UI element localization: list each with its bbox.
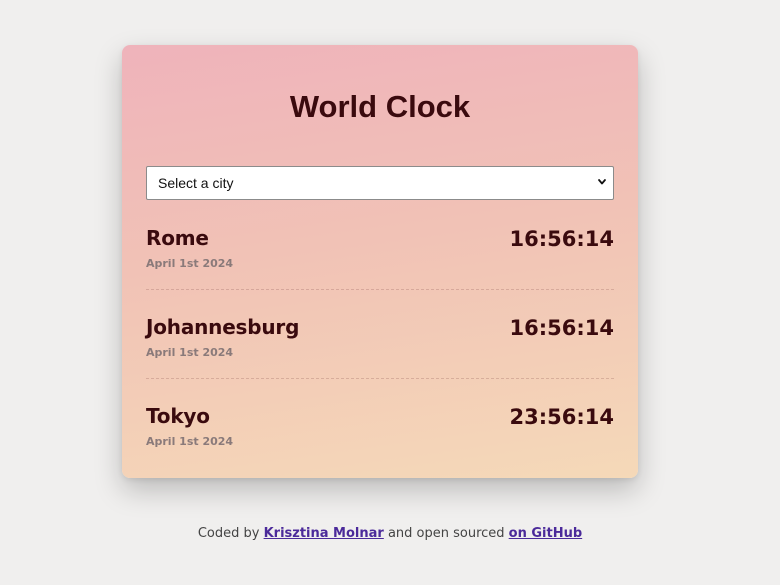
page-title: World Clock [289, 89, 471, 124]
city-row-tokyo: Tokyo April 1st 2024 23:56:14 [146, 379, 614, 468]
city-time: 16:56:14 [509, 316, 614, 340]
city-list: Rome April 1st 2024 16:56:14 Johannesbur… [146, 201, 614, 468]
city-date: April 1st 2024 [146, 435, 234, 448]
author-link[interactable]: Krisztina Molnar [264, 526, 384, 541]
city-name: Rome [146, 226, 209, 250]
city-select[interactable]: Select a city [146, 166, 614, 200]
world-clock-card: World Clock Select a city Rome April 1st… [122, 45, 638, 478]
city-row-johannesburg: Johannesburg April 1st 2024 16:56:14 [146, 290, 614, 379]
city-name: Johannesburg [146, 315, 300, 339]
city-date: April 1st 2024 [146, 257, 234, 270]
city-select-value: Select a city [158, 175, 234, 191]
city-date: April 1st 2024 [146, 346, 234, 359]
footer-prefix: Coded by [197, 526, 264, 541]
footer-middle: and open sourced [383, 526, 509, 541]
city-name: Tokyo [146, 404, 210, 428]
chevron-down-icon [598, 179, 606, 185]
city-time: 23:56:14 [509, 405, 614, 429]
city-time: 16:56:14 [509, 227, 614, 251]
city-row-rome: Rome April 1st 2024 16:56:14 [146, 201, 614, 290]
github-link[interactable]: on GitHub [509, 526, 583, 541]
footer: Coded by Krisztina Molnar and open sourc… [0, 526, 780, 541]
